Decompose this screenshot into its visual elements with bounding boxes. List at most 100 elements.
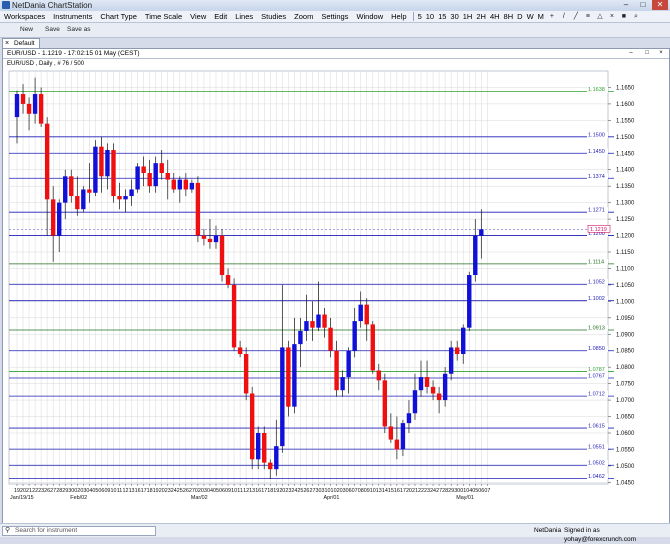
candle-up[interactable] — [63, 176, 68, 203]
candle-up[interactable] — [81, 189, 86, 210]
timeframe-5[interactable]: 5 — [416, 11, 424, 22]
search-input[interactable]: Search for instrument — [15, 527, 77, 534]
color-icon[interactable]: ■ — [619, 12, 629, 21]
close-icon[interactable]: ✕ — [652, 0, 668, 10]
candle-down[interactable] — [50, 199, 56, 236]
candle-up[interactable] — [14, 94, 20, 118]
candle-down[interactable] — [430, 386, 436, 394]
timeframe-30[interactable]: 30 — [448, 11, 460, 22]
instrument-search[interactable]: ⚲ Search for instrument — [2, 526, 156, 536]
candle-down[interactable] — [249, 393, 255, 460]
candle-up[interactable] — [442, 373, 448, 401]
menu-window[interactable]: Window — [352, 11, 387, 22]
candle-up[interactable] — [479, 229, 484, 236]
save-as-button[interactable]: Save as — [67, 25, 91, 35]
candle-down[interactable] — [382, 380, 388, 427]
candle-up[interactable] — [292, 344, 297, 407]
candle-up[interactable] — [93, 146, 98, 193]
candle-down[interactable] — [20, 94, 26, 104]
candle-up[interactable] — [418, 377, 424, 391]
candle-up[interactable] — [129, 189, 134, 197]
timeframe-8h[interactable]: 8H — [502, 11, 516, 22]
timeframe-w[interactable]: W — [525, 11, 536, 22]
candlestick-chart[interactable]: EUR/USD , Daily , # 76 / 500 1.1650 1.160… — [3, 59, 669, 523]
candle-up[interactable] — [473, 235, 478, 276]
candle-down[interactable] — [195, 182, 201, 236]
candle-down[interactable] — [75, 196, 80, 210]
candle-down[interactable] — [364, 304, 369, 325]
candle-up[interactable] — [352, 321, 357, 351]
candle-down[interactable] — [69, 176, 74, 197]
candle-down[interactable] — [243, 354, 249, 394]
timeframe-d[interactable]: D — [515, 11, 524, 22]
candle-up[interactable] — [105, 149, 110, 177]
candle-up[interactable] — [448, 347, 454, 374]
timeframe-4h[interactable]: 4H — [488, 11, 502, 22]
candle-down[interactable] — [87, 189, 92, 193]
candle-down[interactable] — [159, 163, 164, 174]
candle-down[interactable] — [225, 275, 231, 285]
menu-zoom[interactable]: Zoom — [290, 11, 317, 22]
candle-down[interactable] — [454, 347, 460, 355]
candle-down[interactable] — [310, 321, 315, 328]
candle-up[interactable] — [274, 446, 279, 470]
candle-up[interactable] — [406, 413, 412, 424]
candle-up[interactable] — [461, 327, 466, 355]
candle-up[interactable] — [153, 163, 158, 187]
candle-up[interactable] — [304, 321, 309, 331]
candle-down[interactable] — [424, 377, 430, 387]
candle-down[interactable] — [183, 179, 189, 190]
menu-studies[interactable]: Studies — [257, 11, 290, 22]
minimize-panel-icon[interactable]: – — [627, 50, 635, 56]
new-button[interactable]: New — [20, 25, 33, 35]
candle-down[interactable] — [388, 426, 394, 440]
candle-up[interactable] — [346, 350, 351, 378]
candle-up[interactable] — [123, 196, 128, 200]
candle-up[interactable] — [177, 179, 183, 190]
candle-down[interactable] — [201, 235, 207, 239]
crosshair-icon[interactable]: + — [547, 12, 557, 21]
candle-up[interactable] — [256, 432, 261, 460]
timeframe-10[interactable]: 10 — [424, 11, 436, 22]
candle-down[interactable] — [44, 123, 50, 200]
candle-down[interactable] — [322, 314, 327, 328]
close-tab-icon[interactable]: × — [5, 39, 9, 48]
candle-down[interactable] — [38, 94, 44, 124]
candle-up[interactable] — [467, 275, 472, 328]
candle-down[interactable] — [207, 238, 213, 243]
timeframe-1h[interactable]: 1H — [461, 11, 475, 22]
alert-icon[interactable]: △ — [595, 12, 605, 21]
candle-up[interactable] — [358, 304, 363, 322]
candle-down[interactable] — [268, 462, 273, 470]
candle-down[interactable] — [99, 146, 104, 177]
save-button[interactable]: Save — [45, 25, 60, 35]
cross-icon[interactable]: × — [607, 12, 617, 21]
candle-up[interactable] — [135, 166, 140, 190]
fib-icon[interactable]: ≡ — [583, 12, 593, 21]
menu-workspaces[interactable]: Workspaces — [0, 11, 49, 22]
candle-down[interactable] — [394, 439, 400, 450]
timeframe-15[interactable]: 15 — [436, 11, 448, 22]
candle-down[interactable] — [147, 173, 152, 187]
menu-lines[interactable]: Lines — [231, 11, 257, 22]
candle-down[interactable] — [436, 393, 442, 401]
candle-down[interactable] — [141, 166, 146, 174]
timeframe-2h[interactable]: 2H — [474, 11, 488, 22]
candle-up[interactable] — [400, 423, 406, 450]
candle-down[interactable] — [219, 235, 225, 276]
timeframe-m[interactable]: M — [536, 11, 546, 22]
maximize-icon[interactable]: □ — [635, 0, 651, 10]
trend-icon[interactable]: ╱ — [571, 12, 581, 21]
candle-down[interactable] — [334, 350, 339, 391]
zoom-icon[interactable]: ⌕ — [631, 12, 641, 21]
menu-chart-type[interactable]: Chart Type — [96, 11, 141, 22]
menu-help[interactable]: Help — [387, 11, 410, 22]
candle-down[interactable] — [237, 347, 243, 355]
candle-down[interactable] — [376, 370, 381, 381]
candle-down[interactable] — [171, 179, 176, 190]
menu-edit[interactable]: Edit — [210, 11, 231, 22]
close-panel-icon[interactable]: × — [657, 50, 665, 56]
menu-time-scale[interactable]: Time Scale — [141, 11, 186, 22]
menu-view[interactable]: View — [186, 11, 210, 22]
candle-down[interactable] — [262, 432, 267, 463]
